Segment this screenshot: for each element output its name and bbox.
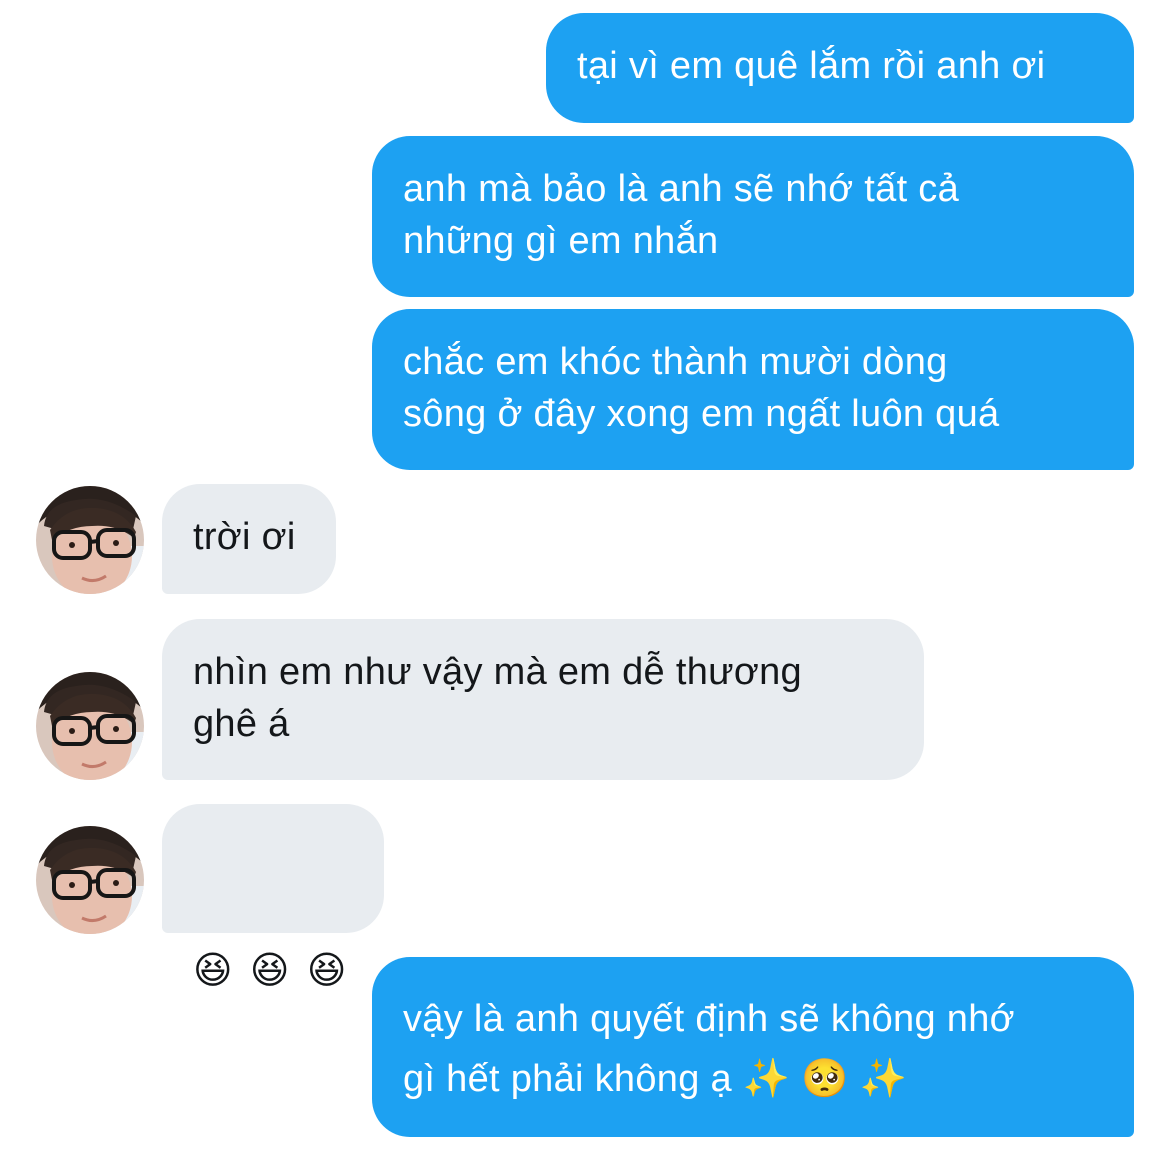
incoming-emoji-bubble[interactable]: 😆 😆 😆 — [162, 804, 384, 992]
laughing-emoji-icon: 😆 — [249, 950, 290, 992]
laughing-emoji-icon: 😆 — [306, 950, 347, 992]
contact-avatar[interactable] — [36, 672, 144, 780]
laughing-emoji-icon: 😆 — [193, 950, 233, 992]
avatar-photo-icon — [36, 826, 144, 934]
message-thread: tại vì em quê lắm rồi anh ơi anh mà bảo … — [0, 0, 1170, 1152]
outgoing-message-bubble[interactable]: tại vì em quê lắm rồi anh ơi — [546, 13, 1134, 123]
outgoing-message-bubble[interactable]: vậy là anh quyết định sẽ không nhớ gì hế… — [372, 957, 1134, 1137]
outgoing-message-bubble[interactable]: anh mà bảo là anh sẽ nhớ tất cả những gì… — [372, 136, 1134, 297]
outgoing-message-bubble[interactable]: chắc em khóc thành mười dòng sông ở đây … — [372, 309, 1134, 470]
incoming-message-bubble[interactable]: nhìn em như vậy mà em dễ thương ghê á — [162, 619, 924, 780]
contact-avatar[interactable] — [36, 486, 144, 594]
incoming-message-bubble[interactable]: trời ơi — [162, 484, 336, 594]
emoji-row: 😆 😆 😆 — [193, 945, 354, 997]
contact-avatar[interactable] — [36, 826, 144, 934]
avatar-photo-icon — [36, 672, 144, 780]
avatar-photo-icon — [36, 486, 144, 594]
